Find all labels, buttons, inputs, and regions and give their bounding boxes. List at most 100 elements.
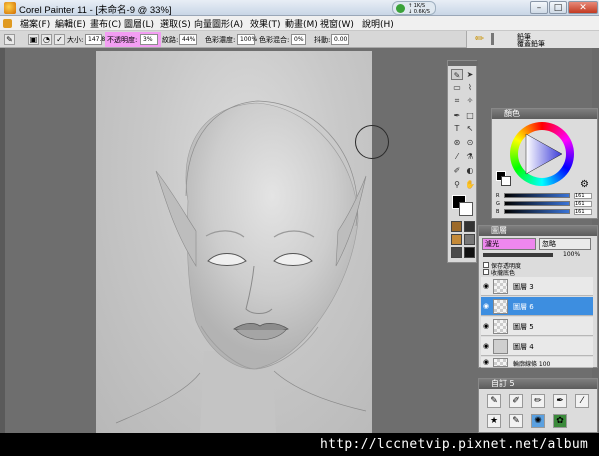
layer-row[interactable]: ◉ 圖層 3 — [481, 277, 593, 296]
menu-movie[interactable]: 動畫(M) — [285, 17, 318, 30]
green-value-field[interactable]: 161 — [574, 201, 592, 207]
gradient-selector-icon[interactable] — [464, 221, 475, 232]
red-slider[interactable] — [504, 193, 570, 198]
color-panel-title[interactable]: 顏色 — [492, 109, 597, 119]
custom-brush-icon[interactable]: ✿ — [553, 414, 567, 428]
bleed-field[interactable]: 0% — [291, 34, 306, 45]
custom-brush-icon[interactable]: ★ — [487, 414, 501, 428]
layer-composite-select[interactable]: 忽略 — [539, 238, 591, 250]
maximize-button[interactable]: □ — [549, 1, 567, 14]
saturation-triangle[interactable] — [518, 130, 566, 178]
color-secondary-swatch[interactable] — [501, 176, 511, 186]
toolbox-titlebar[interactable] — [448, 61, 478, 66]
brush-selector[interactable]: ✏ 鉛筆 覆蓋鉛筆 — [466, 31, 599, 48]
eye-icon[interactable]: ◉ — [483, 358, 491, 366]
layer-row-selected[interactable]: ◉ 圖層 6 — [481, 297, 593, 316]
eye-icon[interactable]: ◉ — [483, 322, 491, 330]
jitter-field[interactable]: 0.00 — [331, 34, 349, 45]
layer-opacity-slider[interactable] — [483, 253, 553, 257]
look-selector-icon[interactable] — [464, 247, 475, 258]
layer-row[interactable]: ◉ 圖層 5 — [481, 317, 593, 336]
menu-edit[interactable]: 編輯(E) — [55, 17, 86, 30]
size-field[interactable]: 147.8 — [85, 34, 105, 45]
drawing-canvas[interactable] — [96, 51, 372, 433]
pick-up-underlying-label: 收攏底色 — [491, 270, 516, 277]
minimize-button[interactable]: – — [530, 1, 548, 14]
custom-palette-title[interactable]: 自訂 5 — [479, 379, 597, 389]
menu-select[interactable]: 選取(S) — [160, 17, 191, 30]
brush-variant-label: 覆蓋鉛筆 — [517, 40, 545, 48]
text-icon[interactable]: T — [451, 123, 463, 134]
layer-adjuster-icon[interactable]: ➤ — [464, 69, 476, 80]
custom-brush-icon[interactable]: ✐ — [509, 394, 523, 408]
custom-brush-icon[interactable]: ✏ — [531, 394, 545, 408]
painter-app-icon[interactable] — [4, 2, 16, 14]
eye-icon[interactable]: ◉ — [483, 282, 491, 290]
brush-cursor — [355, 125, 389, 159]
paper-selector-icon[interactable] — [451, 221, 462, 232]
lasso-icon[interactable]: ⌇ — [464, 82, 476, 93]
document-icon[interactable] — [3, 19, 12, 28]
network-monitor-widget[interactable]: ↑ 1K/S ↓ 0.6K/S — [392, 1, 436, 15]
color-mix-icon[interactable]: ⚙ — [580, 179, 589, 190]
shape-select-icon[interactable]: ↖ — [464, 123, 476, 134]
brush-tool-icon[interactable]: ✎ — [451, 69, 463, 80]
connect-dots-icon[interactable]: ✓ — [54, 34, 65, 45]
crop-icon[interactable]: ⌗ — [451, 95, 463, 106]
rectangle-shape-icon[interactable]: □ — [464, 110, 476, 121]
grabber-icon[interactable]: ✋ — [464, 179, 476, 190]
green-slider[interactable] — [504, 201, 570, 206]
close-button[interactable]: ✕ — [568, 1, 598, 14]
layers-panel-title[interactable]: 圖層 — [479, 226, 597, 236]
brush-tool-icon[interactable]: ✎ — [4, 34, 15, 45]
opacity-field[interactable]: 3% — [140, 34, 158, 45]
magnifier-icon[interactable]: ⚲ — [451, 179, 463, 190]
layer-row[interactable]: ◉ 圖層 4 — [481, 337, 593, 356]
menu-file[interactable]: 檔案(F) — [20, 17, 50, 30]
blue-slider[interactable] — [504, 209, 570, 214]
magic-wand-icon[interactable]: ✧ — [464, 95, 476, 106]
mirror-icon[interactable]: ◐ — [464, 165, 476, 176]
eye-icon[interactable]: ◉ — [483, 342, 491, 350]
dropper-icon[interactable]: ⁄ — [451, 151, 463, 162]
rubber-stamp-icon[interactable]: ⊙ — [464, 137, 476, 148]
menu-shapes[interactable]: 向量圖形(A) — [194, 17, 243, 30]
stroke-icon[interactable]: ◔ — [41, 34, 52, 45]
red-value-field[interactable]: 161 — [574, 193, 592, 199]
resaturation-field[interactable]: 100% — [237, 34, 257, 45]
layer-blend-mode-select[interactable]: 濾光 — [482, 238, 536, 250]
custom-brush-icon[interactable]: ✺ — [531, 414, 545, 428]
bleed-label: 色彩混合: — [259, 36, 290, 44]
menu-canvas[interactable]: 畫布(C) — [90, 17, 121, 30]
eyedropper-icon[interactable]: ✐ — [451, 165, 463, 176]
custom-brush-icon[interactable]: ✒ — [553, 394, 567, 408]
paint-bucket-icon[interactable]: ⚗ — [464, 151, 476, 162]
green-slider-row: G 161 — [496, 201, 595, 207]
portrait-drawing — [115, 100, 367, 433]
additional-color-swatch[interactable] — [459, 202, 473, 216]
menu-help[interactable]: 說明(H) — [362, 17, 394, 30]
menu-window[interactable]: 視窗(W) — [320, 17, 354, 30]
grain-field[interactable]: 44% — [179, 34, 197, 45]
cloner-icon[interactable]: ⊛ — [451, 137, 463, 148]
pick-up-underlying-checkbox[interactable] — [483, 269, 489, 275]
pen-icon[interactable]: ✒ — [451, 110, 463, 121]
custom-brush-icon[interactable]: ⁄ — [575, 394, 589, 408]
weave-selector-icon[interactable] — [464, 234, 475, 245]
blue-value-field[interactable]: 161 — [574, 209, 592, 215]
layer-thumbnail — [493, 339, 508, 354]
eye-icon[interactable]: ◉ — [483, 302, 491, 310]
layer-row[interactable]: ◉ 輪廓線條 100 — [481, 357, 593, 368]
custom-brush-icon[interactable]: ✎ — [487, 394, 501, 408]
pattern-selector-icon[interactable] — [451, 234, 462, 245]
rect-select-icon[interactable]: ▭ — [451, 82, 463, 93]
custom-brush-icon[interactable]: ✎ — [509, 414, 523, 428]
layer-name: 圖層 5 — [513, 323, 534, 331]
preserve-transparency-checkbox[interactable] — [483, 262, 489, 268]
layer-name: 圖層 6 — [513, 303, 534, 311]
menu-layers[interactable]: 圖層(L) — [124, 17, 154, 30]
nozzle-selector-icon[interactable] — [451, 247, 462, 258]
color-wheel[interactable] — [510, 122, 574, 186]
menu-effects[interactable]: 效果(T) — [250, 17, 281, 30]
brush-ghost-icon[interactable]: ▣ — [28, 34, 39, 45]
